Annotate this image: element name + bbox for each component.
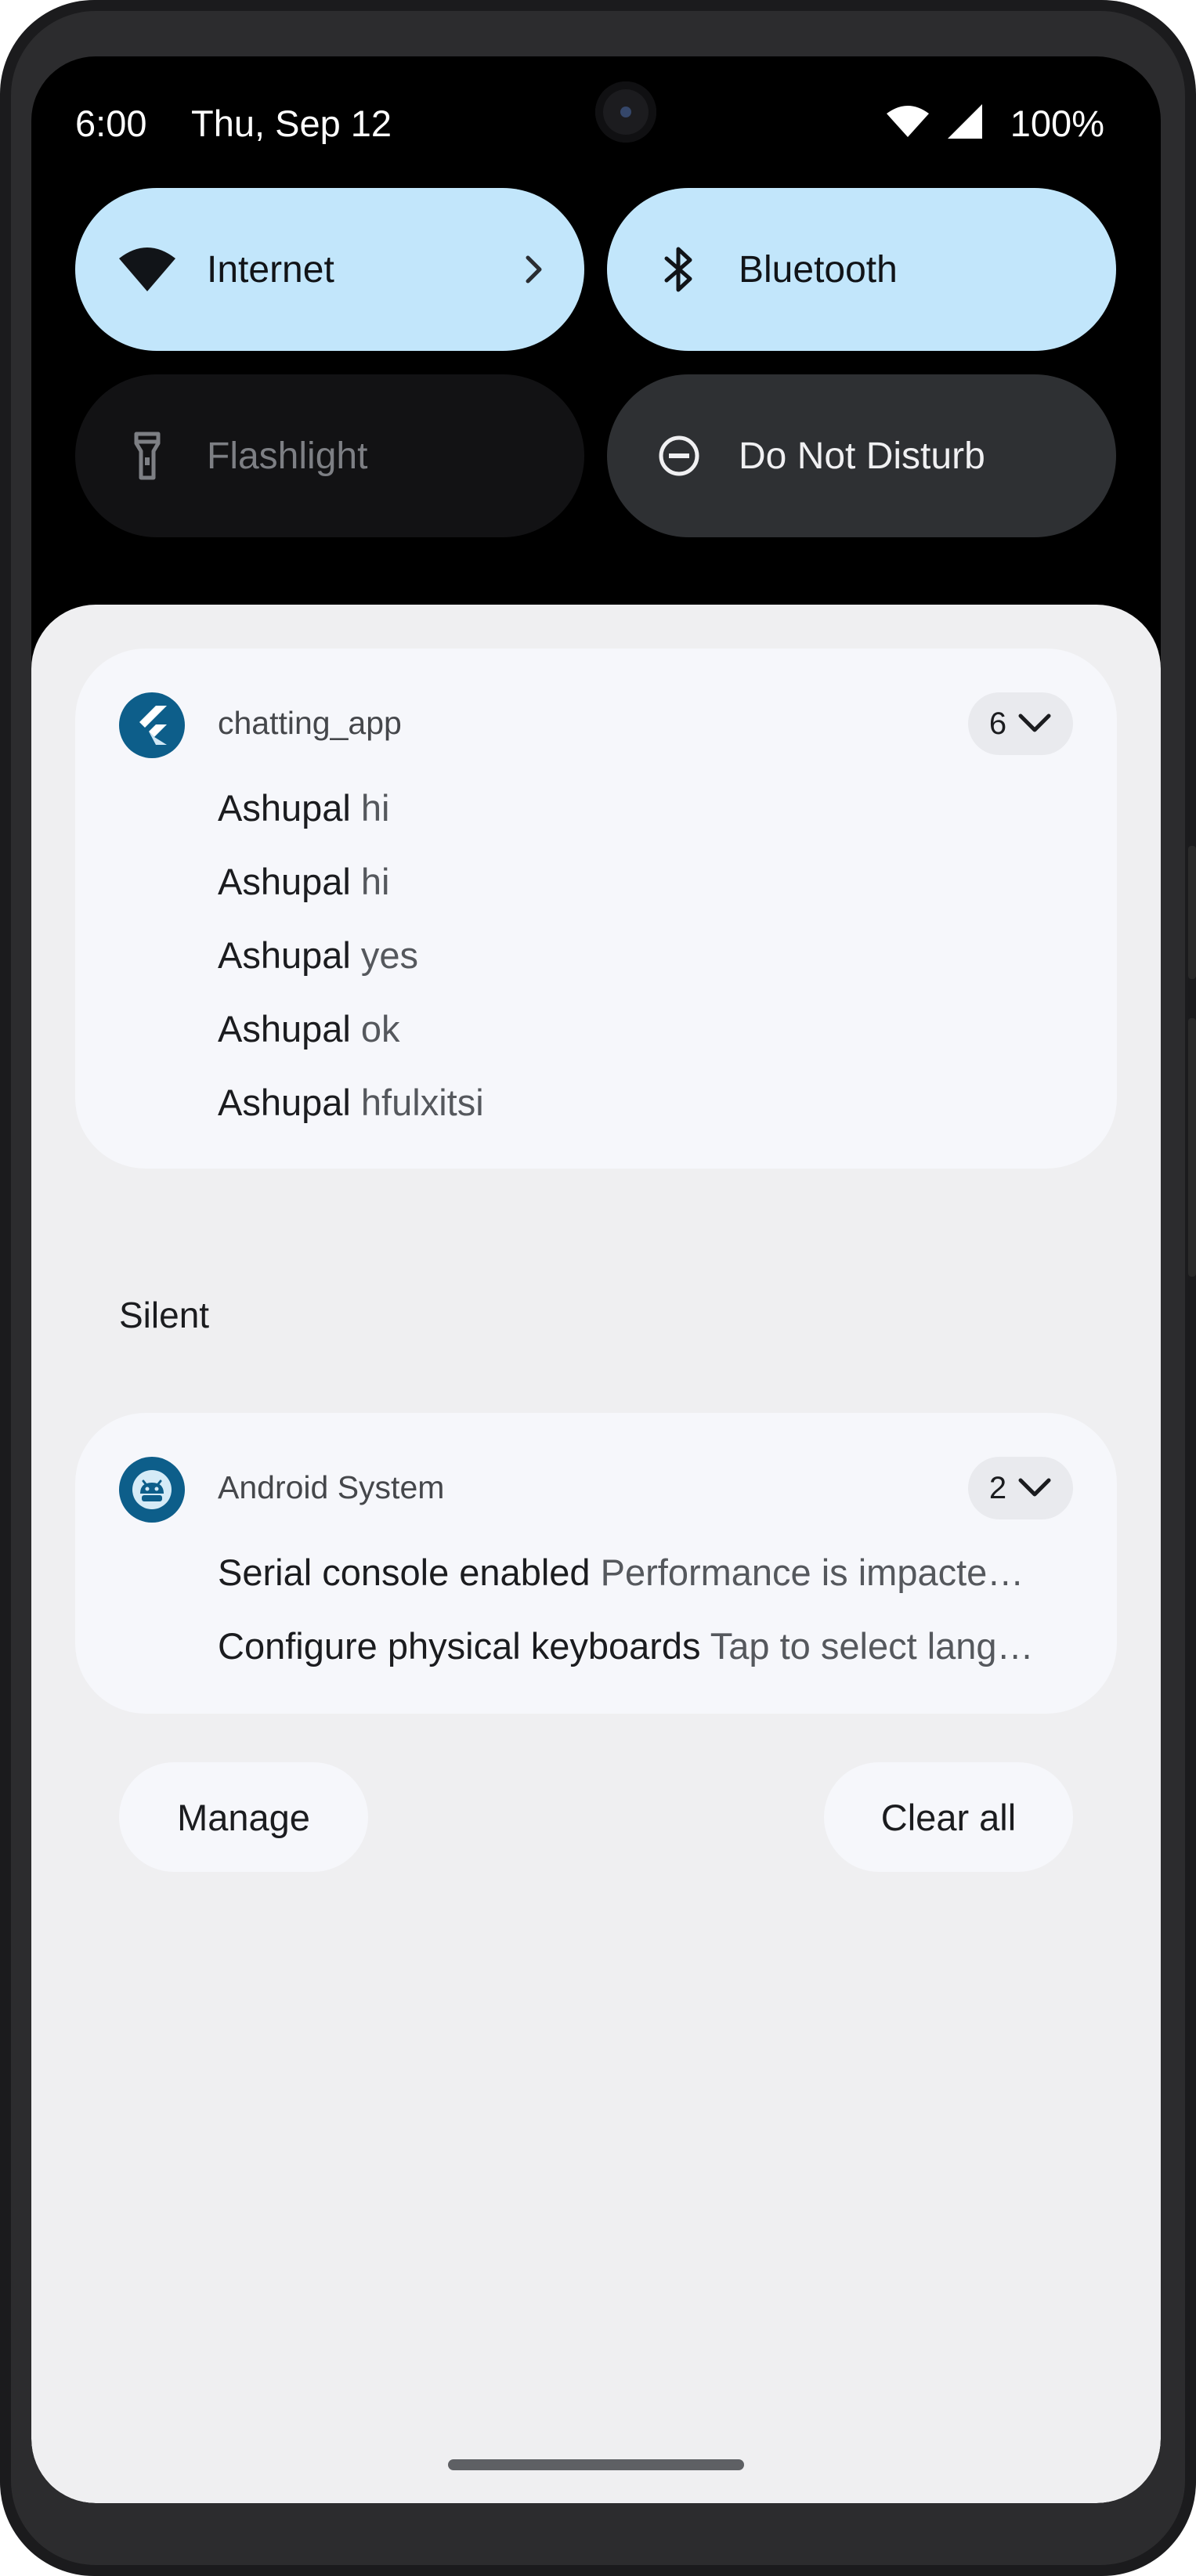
expand-count-button-system[interactable]: 2 (968, 1457, 1073, 1519)
tile-internet[interactable]: Internet (75, 188, 584, 351)
tile-bluetooth[interactable]: Bluetooth (607, 188, 1116, 351)
android-system-icon (119, 1457, 185, 1523)
message-sender: Ashupal (218, 1082, 351, 1123)
tile-dnd-label: Do Not Disturb (739, 435, 985, 477)
status-date: Thu, Sep 12 (191, 103, 392, 144)
tile-internet-label: Internet (207, 248, 334, 291)
volume-button (1188, 1018, 1196, 1277)
chevron-down-icon (1017, 706, 1052, 742)
notification-card-system[interactable]: Android System 2 Serial console enabled … (75, 1413, 1117, 1714)
flutter-app-icon (119, 692, 185, 758)
bluetooth-icon (648, 244, 710, 294)
wifi-signal-icon (886, 106, 929, 141)
message-line: Ashupal hi (218, 860, 390, 903)
cell-signal-icon (947, 104, 982, 143)
screen: 6:00 Thu, Sep 12 100% Internet Bluetooth… (31, 56, 1161, 2503)
message-sender: Ashupal (218, 861, 351, 902)
system-notification-title: Configure physical keyboards (218, 1625, 701, 1667)
expand-count-button-chat[interactable]: 6 (968, 692, 1073, 755)
tile-do-not-disturb[interactable]: Do Not Disturb (607, 374, 1116, 537)
message-sender: Ashupal (218, 934, 351, 976)
status-icons: 100% (886, 102, 1104, 145)
silent-section-header: Silent (119, 1295, 210, 1335)
system-notification-line[interactable]: Configure physical keyboards Tap to sele… (218, 1624, 1064, 1667)
notification-shade: chatting_app 6 Ashupal hi Ashupal hi Ash… (31, 605, 1161, 2503)
message-sender: Ashupal (218, 787, 351, 829)
message-text: hi (360, 861, 390, 902)
status-bar: 6:00 Thu, Sep 12 100% (31, 56, 1161, 190)
chevron-right-icon (525, 188, 544, 351)
message-line: Ashupal hi (218, 786, 390, 829)
system-notification-title: Serial console enabled (218, 1552, 591, 1593)
message-line: Ashupal ok (218, 1007, 400, 1050)
message-text: hi (360, 787, 390, 829)
notification-count: 2 (988, 1470, 1007, 1505)
message-line: Ashupal yes (218, 934, 418, 977)
system-notification-body: Performance is impacte… (600, 1552, 1024, 1593)
app-name-android-system: Android System (218, 1469, 445, 1505)
notification-count: 6 (988, 706, 1007, 741)
message-text: ok (360, 1008, 400, 1050)
tile-bluetooth-label: Bluetooth (739, 248, 898, 291)
system-notification-line[interactable]: Serial console enabled Performance is im… (218, 1551, 1064, 1594)
battery-percent: 100% (1010, 103, 1104, 144)
manage-button[interactable]: Manage (119, 1762, 368, 1872)
status-time: 6:00 (75, 103, 147, 144)
system-notification-body: Tap to select lang… (710, 1625, 1034, 1667)
home-gesture-bar[interactable] (448, 2459, 744, 2470)
notification-card-chat[interactable]: chatting_app 6 Ashupal hi Ashupal hi Ash… (75, 649, 1117, 1169)
message-sender: Ashupal (218, 1008, 351, 1050)
message-text: hfulxitsi (360, 1082, 484, 1123)
wifi-icon (116, 247, 179, 291)
tile-flashlight[interactable]: Flashlight (75, 374, 584, 537)
do-not-disturb-icon (648, 434, 710, 478)
power-button (1188, 846, 1196, 979)
flashlight-icon (116, 431, 179, 481)
chevron-down-icon (1017, 1471, 1052, 1506)
app-name-chatting: chatting_app (218, 705, 402, 741)
clear-all-button[interactable]: Clear all (824, 1762, 1073, 1872)
message-text: yes (360, 934, 419, 976)
phone-frame: 6:00 Thu, Sep 12 100% Internet Bluetooth… (0, 0, 1196, 2576)
tile-flashlight-label: Flashlight (207, 435, 368, 477)
message-line: Ashupal hfulxitsi (218, 1081, 484, 1124)
